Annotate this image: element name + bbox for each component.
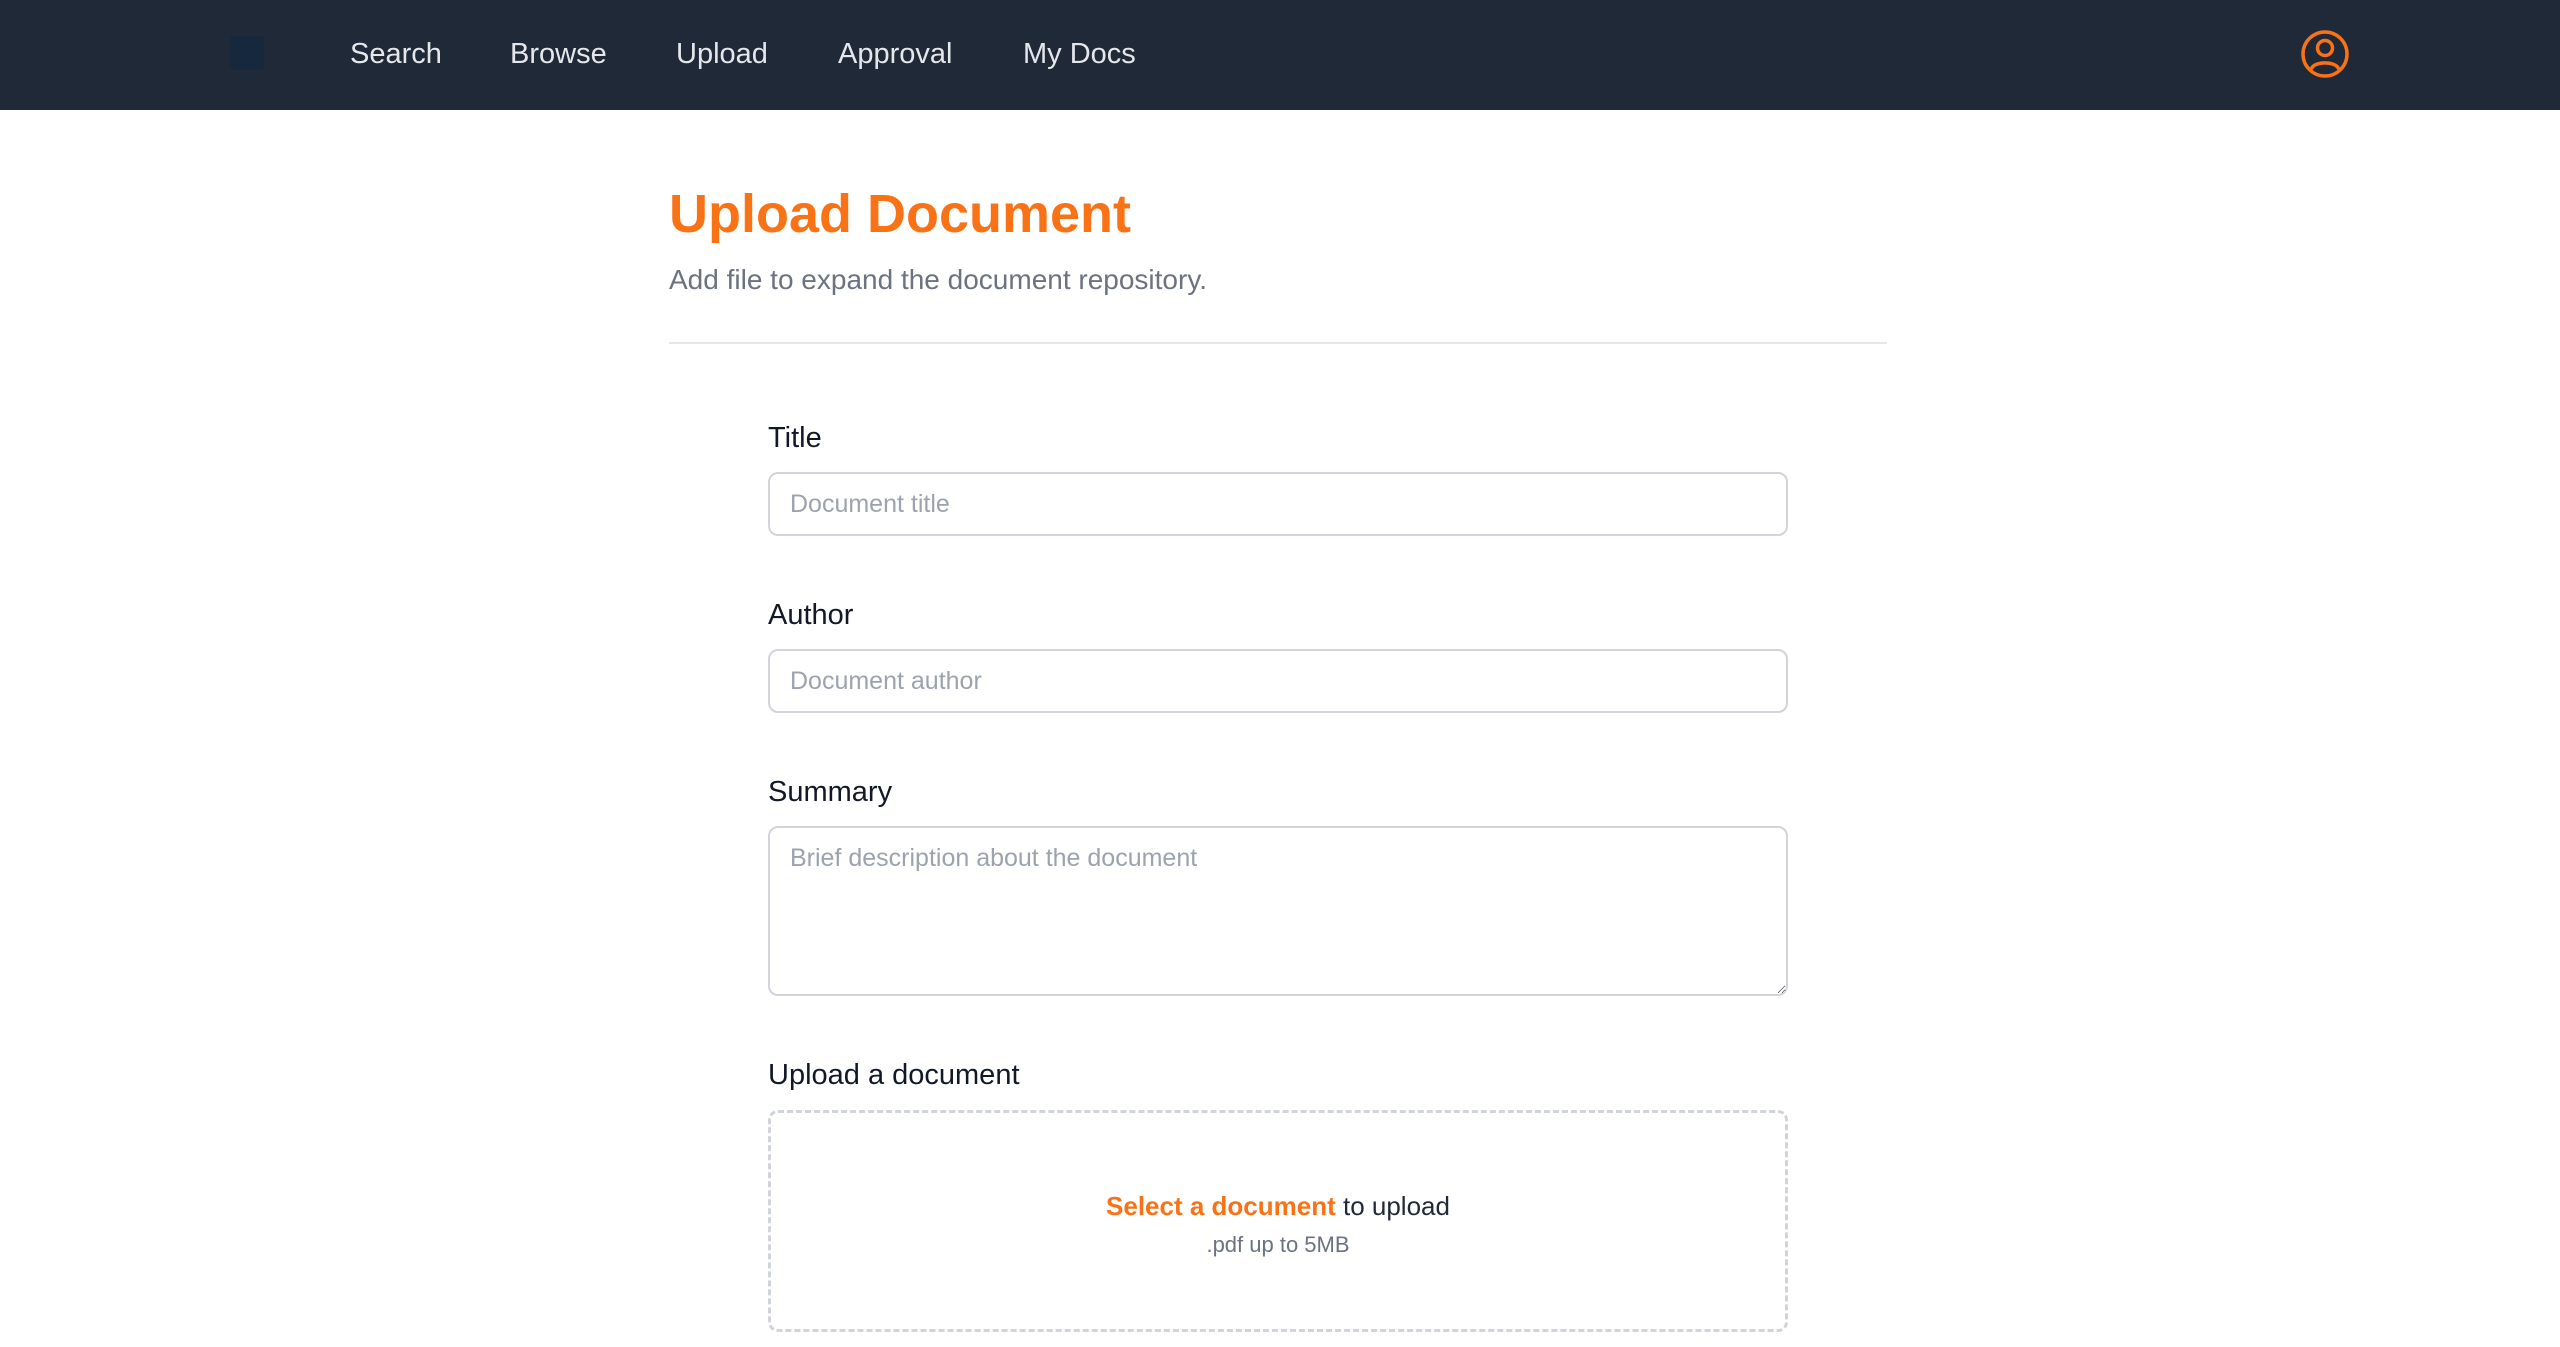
logo[interactable] bbox=[230, 36, 264, 70]
header-divider bbox=[669, 342, 1887, 344]
title-label: Title bbox=[768, 422, 822, 454]
nav-item-my-docs[interactable]: My Docs bbox=[1023, 34, 1136, 74]
nav-item-search[interactable]: Search bbox=[350, 34, 442, 74]
page-subtitle: Add file to expand the document reposito… bbox=[669, 264, 1208, 295]
dropzone-instruction-suffix: to upload bbox=[1335, 1191, 1450, 1221]
author-label: Author bbox=[768, 599, 854, 631]
nav-item-browse[interactable]: Browse bbox=[510, 34, 607, 74]
upload-label: Upload a document bbox=[768, 1059, 1020, 1091]
summary-label: Summary bbox=[768, 776, 893, 808]
file-dropzone[interactable]: Select a document to upload .pdf up to 5… bbox=[768, 1110, 1788, 1332]
profile-button[interactable] bbox=[2299, 28, 2351, 80]
top-navbar: Search Browse Upload Approval My Docs bbox=[0, 0, 2560, 110]
dropzone-instruction: Select a document to upload bbox=[771, 1189, 1785, 1223]
nav-item-upload[interactable]: Upload bbox=[676, 34, 768, 74]
summary-textarea[interactable] bbox=[768, 826, 1788, 996]
file-type-hint: .pdf up to 5MB bbox=[1206, 1232, 1350, 1257]
author-input[interactable] bbox=[768, 649, 1788, 713]
title-input[interactable] bbox=[768, 472, 1788, 536]
select-document-link[interactable]: Select a document bbox=[1106, 1191, 1336, 1221]
page-title: Upload Document bbox=[669, 184, 1132, 244]
nav-item-approval[interactable]: Approval bbox=[838, 34, 952, 74]
user-circle-icon bbox=[2301, 30, 2349, 78]
